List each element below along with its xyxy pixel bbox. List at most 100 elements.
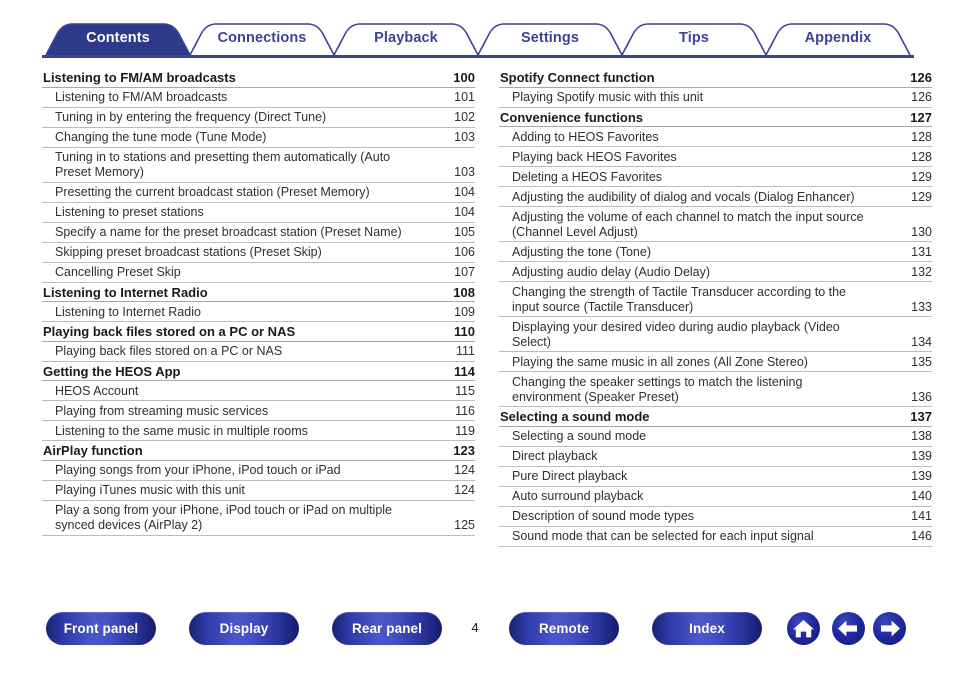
- toc-entry-page: 104: [454, 205, 475, 219]
- arrow-left-icon[interactable]: [832, 612, 865, 645]
- toc-entry-title: Tuning in by entering the frequency (Dir…: [55, 110, 327, 124]
- toc-entry-title: Adding to HEOS Favorites: [512, 129, 659, 144]
- toc-entry-page: 140: [911, 489, 932, 503]
- rear-panel-button[interactable]: Rear panel: [332, 612, 442, 645]
- toc-entry-page: 124: [454, 483, 475, 497]
- toc-section-row[interactable]: Changing the speaker settings to match t…: [499, 372, 932, 407]
- toc-entry-page: 136: [911, 389, 932, 404]
- toc-section-row[interactable]: Skipping preset broadcast stations (Pres…: [42, 243, 475, 263]
- toc-section-row[interactable]: Presetting the current broadcast station…: [42, 183, 475, 203]
- tab-settings[interactable]: Settings: [478, 22, 622, 55]
- toc-section-row[interactable]: Changing the strength of Tactile Transdu…: [499, 282, 932, 317]
- toc-entry-page: 138: [911, 429, 932, 443]
- toc-entry-page: 100: [453, 70, 475, 85]
- toc-entry-title: Specify a name for the preset broadcast …: [55, 225, 402, 239]
- toc-column-right: Spotify Connect function 126 Playing Spoti…: [499, 68, 932, 547]
- toc-section-row[interactable]: Displaying your desired video during aud…: [499, 317, 932, 352]
- toc-section-row[interactable]: Pure Direct playback 139: [499, 467, 932, 487]
- toc-chapter-row[interactable]: AirPlay function 123: [42, 441, 475, 461]
- toc-entry-title: Selecting a sound mode: [512, 429, 647, 443]
- page-number: 4: [471, 620, 479, 635]
- toc-section-row[interactable]: Selecting a sound mode 138: [499, 427, 932, 447]
- toc-section-row[interactable]: Playing the same music in all zones (All…: [499, 352, 932, 372]
- toc-section-row[interactable]: Adjusting the tone (Tone) 131: [499, 242, 932, 262]
- toc-section-row[interactable]: Specify a name for the preset broadcast …: [42, 223, 475, 243]
- toc-entry-page: 139: [911, 449, 932, 463]
- toc-section-row[interactable]: Listening to preset stations 104: [42, 203, 475, 223]
- toc-section-row[interactable]: Description of sound mode types 141: [499, 507, 932, 527]
- toc-section-row[interactable]: Listening to Internet Radio 109: [42, 302, 475, 322]
- tab-contents[interactable]: Contents: [46, 22, 190, 55]
- toc-entry-title: Play a song from your iPhone, iPod touch…: [55, 503, 392, 532]
- toc-section-row[interactable]: Adding to HEOS Favorites 128: [499, 127, 932, 147]
- toc-section-row[interactable]: Adjusting the audibility of dialog and v…: [499, 187, 932, 207]
- toc-entry-page: 132: [911, 264, 932, 279]
- toc-section-row[interactable]: Listening to the same music in multiple …: [42, 421, 475, 441]
- toc-chapter-row[interactable]: Playing back files stored on a PC or NAS…: [42, 322, 475, 342]
- toc-section-row[interactable]: Tuning in by entering the frequency (Dir…: [42, 108, 475, 128]
- tab-appendix[interactable]: Appendix: [766, 22, 910, 55]
- toc-entry-page: 116: [455, 403, 475, 418]
- toc-section-row[interactable]: Playing from streaming music services 116: [42, 401, 475, 421]
- toc-entry-title: Adjusting the volume of each channel to …: [512, 209, 864, 239]
- toc-chapter-row[interactable]: Selecting a sound mode 137: [499, 407, 932, 427]
- toc-entry-title: Playing from streaming music services: [55, 403, 269, 418]
- toc-entry-page: 124: [454, 463, 475, 477]
- toc-entry-title: Playing Spotify music with this unit: [512, 90, 704, 104]
- tab-playback[interactable]: Playback: [334, 22, 478, 55]
- toc-entry-page: 109: [454, 304, 475, 319]
- toc-section-row[interactable]: Tuning in to stations and presetting the…: [42, 148, 475, 183]
- toc-section-row[interactable]: Cancelling Preset Skip 107: [42, 263, 475, 283]
- toc-section-row[interactable]: Adjusting the volume of each channel to …: [499, 207, 932, 242]
- toc-section-row[interactable]: Deleting a HEOS Favorites 129: [499, 167, 932, 187]
- toc-section-row[interactable]: Sound mode that can be selected for each…: [499, 527, 932, 547]
- toc-section-row[interactable]: Playing songs from your iPhone, iPod tou…: [42, 461, 475, 481]
- footer-navigation: 4 Front panel Display Rear panel Remote Inde…: [0, 612, 954, 673]
- toc-entry-page: 105: [454, 225, 475, 239]
- toc-entry-page: 141: [911, 509, 932, 523]
- toc-entry-page: 125: [454, 518, 475, 532]
- toc-entry-page: 134: [911, 334, 932, 349]
- toc-entry-title: Deleting a HEOS Favorites: [512, 169, 663, 184]
- toc-chapter-row[interactable]: Listening to Internet Radio 108: [42, 283, 475, 302]
- display-button[interactable]: Display: [189, 612, 299, 645]
- toc-entry-page: 104: [454, 185, 475, 199]
- toc-entry-page: 129: [911, 169, 932, 184]
- toc-entry-page: 102: [454, 110, 475, 124]
- toc-entry-page: 103: [454, 130, 475, 144]
- tab-tips[interactable]: Tips: [622, 22, 766, 55]
- toc-chapter-row[interactable]: Listening to FM/AM broadcasts 100: [42, 68, 475, 88]
- tab-bar: Contents Connections Playback Settings Tips A…: [0, 22, 954, 60]
- index-button[interactable]: Index: [652, 612, 762, 645]
- toc-entry-page: 107: [454, 265, 475, 279]
- toc-entry-title: Pure Direct playback: [512, 469, 628, 483]
- toc-section-row[interactable]: Direct playback 139: [499, 447, 932, 467]
- toc-section-row[interactable]: Adjusting audio delay (Audio Delay) 132: [499, 262, 932, 282]
- arrow-right-icon[interactable]: [873, 612, 906, 645]
- toc-section-row[interactable]: Listening to FM/AM broadcasts 101: [42, 88, 475, 108]
- toc-section-row[interactable]: Play a song from your iPhone, iPod touch…: [42, 501, 475, 536]
- toc-entry-title: Presetting the current broadcast station…: [55, 185, 370, 199]
- toc-section-row[interactable]: HEOS Account 115: [42, 381, 475, 401]
- tab-baseline: [42, 55, 914, 58]
- toc-section-row[interactable]: Playing back files stored on a PC or NAS…: [42, 342, 475, 362]
- toc-section-row[interactable]: Playing back HEOS Favorites 128: [499, 147, 932, 167]
- toc-chapter-row[interactable]: Getting the HEOS App 114: [42, 362, 475, 381]
- toc-entry-page: 101: [454, 90, 475, 104]
- toc-entry-title: Playing back HEOS Favorites: [512, 149, 677, 164]
- tab-connections[interactable]: Connections: [190, 22, 334, 55]
- toc-entry-page: 119: [455, 423, 475, 438]
- toc-entry-title: Listening to preset stations: [55, 205, 204, 219]
- toc-entry-page: 114: [454, 363, 475, 379]
- remote-button[interactable]: Remote: [509, 612, 619, 645]
- toc-section-row[interactable]: Changing the tune mode (Tune Mode) 103: [42, 128, 475, 148]
- toc-chapter-row[interactable]: Convenience functions 127: [499, 108, 932, 127]
- toc-section-row[interactable]: Auto surround playback 140: [499, 487, 932, 507]
- front-panel-button[interactable]: Front panel: [46, 612, 156, 645]
- toc-section-row[interactable]: Playing Spotify music with this unit 126: [499, 88, 932, 108]
- toc-entry-title: Listening to FM/AM broadcasts: [55, 90, 228, 104]
- toc-entry-title: Listening to the same music in multiple …: [55, 423, 308, 438]
- toc-chapter-row[interactable]: Spotify Connect function 126: [499, 68, 932, 88]
- toc-section-row[interactable]: Playing iTunes music with this unit 124: [42, 481, 475, 501]
- home-icon[interactable]: [787, 612, 820, 645]
